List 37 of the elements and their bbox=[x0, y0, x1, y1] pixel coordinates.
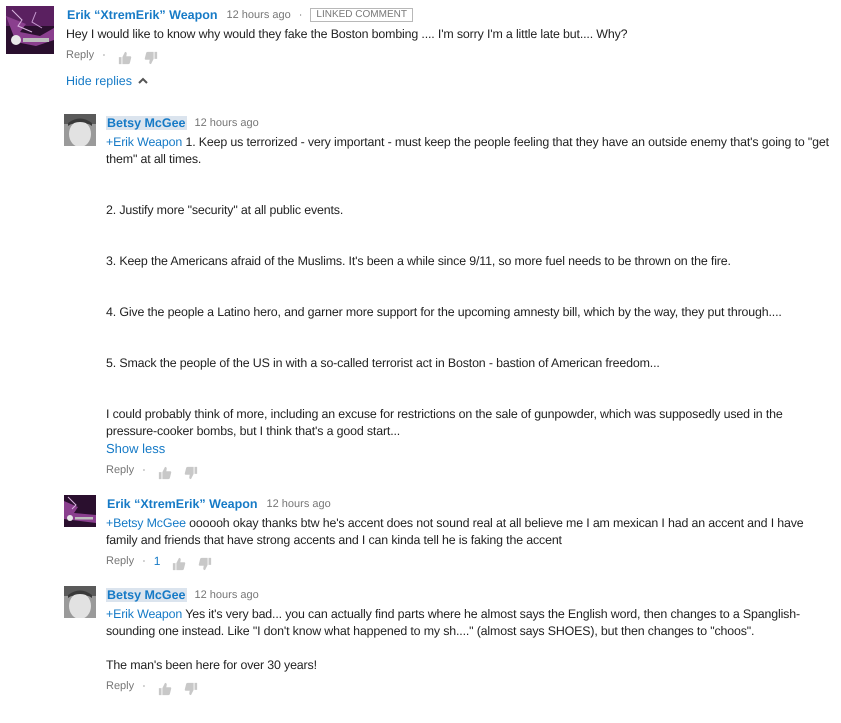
mention-link[interactable]: +Betsy McGee bbox=[106, 516, 186, 530]
separator-dot: · bbox=[298, 9, 302, 21]
author-name[interactable]: Erik “XtremErik” Weapon bbox=[106, 497, 259, 511]
like-count: 1 bbox=[154, 554, 160, 568]
author-name[interactable]: Erik “XtremErik” Weapon bbox=[66, 8, 219, 22]
separator-dot: · bbox=[142, 555, 146, 567]
thumbs-down-icon[interactable] bbox=[144, 51, 158, 65]
thumbs-up-icon[interactable] bbox=[118, 51, 132, 65]
linked-comment-badge: LINKED COMMENT bbox=[310, 8, 413, 22]
hide-replies-link[interactable]: Hide replies bbox=[66, 74, 148, 88]
timestamp[interactable]: 12 hours ago bbox=[266, 498, 331, 510]
thumbs-up-icon[interactable] bbox=[158, 466, 172, 480]
author-name[interactable]: Betsy McGee bbox=[106, 116, 187, 130]
separator-dot: · bbox=[142, 680, 146, 692]
thumbs-up-icon[interactable] bbox=[172, 557, 186, 571]
thumbs-down-icon[interactable] bbox=[198, 557, 212, 571]
timestamp[interactable]: 12 hours ago bbox=[194, 117, 259, 129]
separator-dot: · bbox=[102, 49, 106, 61]
separator-dot: · bbox=[142, 464, 146, 476]
reply-link[interactable]: Reply bbox=[106, 555, 134, 567]
thumbs-up-icon[interactable] bbox=[158, 682, 172, 696]
reply-link[interactable]: Reply bbox=[106, 680, 134, 692]
author-name[interactable]: Betsy McGee bbox=[106, 588, 187, 602]
reply-text: +Erik Weapon Yes it's very bad... you can actually find parts where he almost says the English word, then changes to a Spanglish-sounding one instead. Like "I don't know what happened to my sh...." (almost says SHOES), but then changes to "choos". The man's been here for over 30 years! bbox=[106, 606, 801, 674]
timestamp[interactable]: 12 hours ago bbox=[226, 9, 291, 21]
mention-link[interactable]: +Erik Weapon bbox=[106, 135, 182, 149]
mention-link[interactable]: +Erik Weapon bbox=[106, 607, 182, 621]
show-less-link[interactable]: Show less bbox=[106, 440, 166, 457]
chevron-up-icon[interactable] bbox=[138, 76, 148, 86]
reply-text: +Betsy McGee oooooh okay thanks btw he's accent does not sound real at all believe me I am mexican I had an accent and I have family and friends that have strong accents and I can kinda tell he is faking the accent bbox=[106, 515, 805, 549]
reply-link[interactable]: Reply bbox=[66, 49, 94, 61]
timestamp[interactable]: 12 hours ago bbox=[194, 589, 259, 601]
reply-link[interactable]: Reply bbox=[106, 464, 134, 476]
thumbs-down-icon[interactable] bbox=[184, 682, 198, 696]
reply-text: +Erik Weapon 1. Keep us terrorized - very important - must keep the people feeling that they have an outside enemy that's going to "get them" at all times. 2. Justify more "security" at all public events. 3. Keep the Americans afraid of the Muslims. It's been a while since 9/11, so more fuel needs to be thrown on the fire. 4. Give the people a Latino hero, and garner more support for the upcoming amnesty bill, which by the way, they put through.... 5. Smack the people of the US in with a so-called terrorist act in Boston - bastion of American freedom... I could probably think of more, including an excuse for restrictions on the sale of gunpowder, which was supposedly used in the pressure-cooker bombs, but I think that's a good start... bbox=[106, 134, 829, 440]
thumbs-down-icon[interactable] bbox=[184, 466, 198, 480]
comment-text: Hey I would like to know why would they fake the Boston bombing .... I'm sorry I'm a little late but.... Why? bbox=[66, 26, 628, 43]
